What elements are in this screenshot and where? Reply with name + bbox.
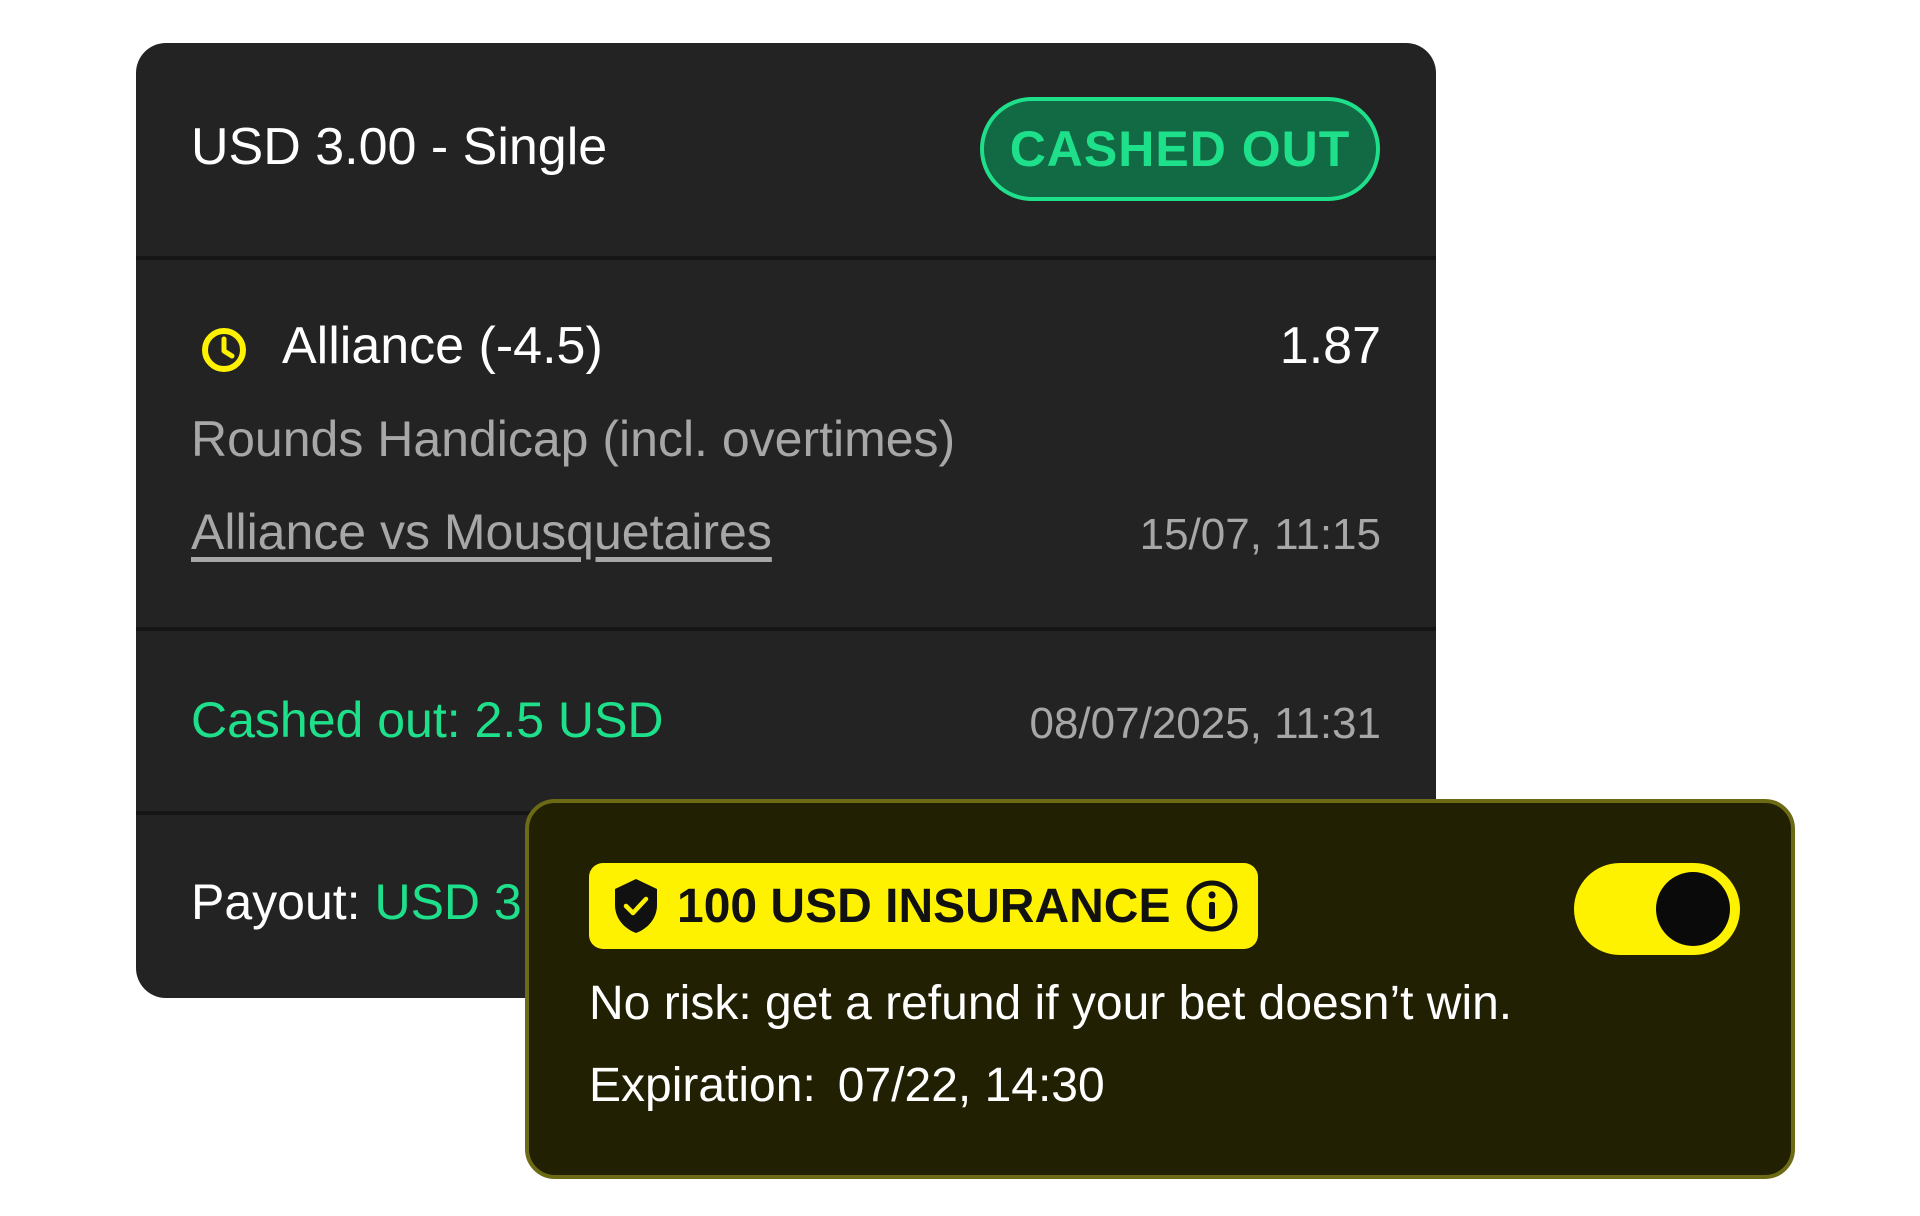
divider (136, 627, 1436, 631)
expiration-value: 07/22, 14:30 (837, 1059, 1105, 1112)
insurance-badge-label: 100 USD INSURANCE (677, 879, 1171, 933)
insurance-description: No risk: get a refund if your bet doesn’… (589, 977, 1513, 1030)
insurance-card: 100 USD INSURANCE No risk: get a refund … (525, 799, 1795, 1179)
market-name: Rounds Handicap (incl. overtimes) (191, 411, 956, 467)
expiration-label: Expiration: (589, 1059, 816, 1112)
toggle-knob (1656, 872, 1730, 946)
insurance-toggle[interactable] (1574, 863, 1740, 955)
selection-odds: 1.87 (1279, 317, 1381, 375)
cashout-time: 08/07/2025, 11:31 (1029, 699, 1381, 748)
payout-label: Payout: (191, 874, 361, 930)
event-link[interactable]: Alliance vs Mousquetaires (191, 503, 772, 561)
clock-icon (202, 328, 246, 372)
selection-name: Alliance (-4.5) (282, 317, 603, 375)
insurance-badge: 100 USD INSURANCE (589, 863, 1259, 949)
cashout-amount: Cashed out: 2.5 USD (191, 692, 664, 748)
payout-row: Payout: USD 3 (191, 873, 522, 931)
info-icon[interactable] (1184, 878, 1240, 934)
shield-check-icon (615, 879, 657, 933)
insurance-expiration: Expiration: 07/22, 14:30 (589, 1058, 1105, 1113)
divider (136, 256, 1436, 260)
payout-amount: USD 3 (374, 874, 522, 930)
status-badge: CASHED OUT (980, 97, 1380, 201)
bet-title: USD 3.00 - Single (191, 118, 608, 176)
event-time: 15/07, 11:15 (1139, 510, 1381, 559)
stage: USD 3.00 - Single CASHED OUT Alliance (-… (0, 0, 1920, 1216)
